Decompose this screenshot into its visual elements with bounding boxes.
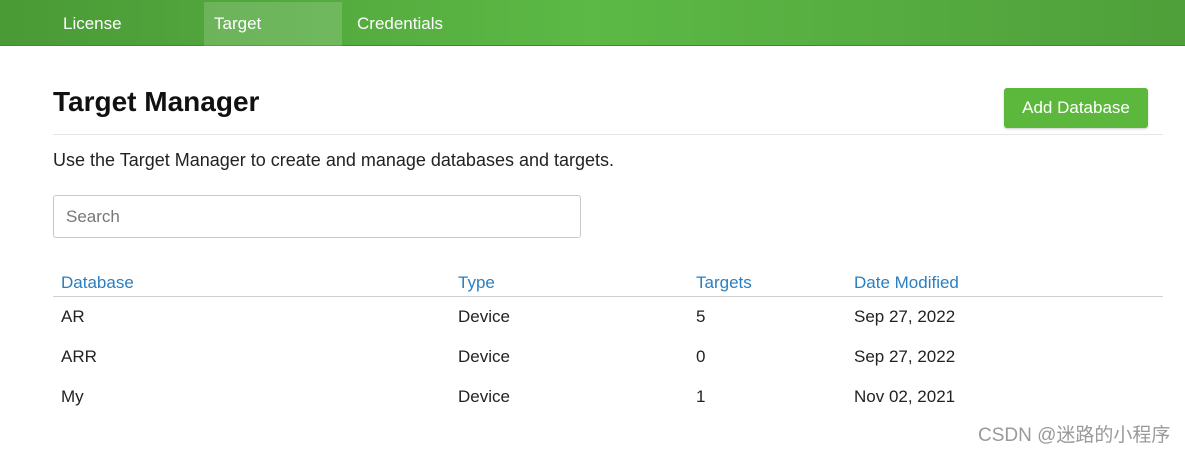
column-header-targets[interactable]: Targets <box>696 273 752 293</box>
cell-date-modified: Nov 02, 2021 <box>854 387 956 406</box>
watermark-text: CSDN @迷路的小程序 <box>978 425 1171 446</box>
cell-type: Device <box>458 307 510 326</box>
tab-target-manager[interactable]: Target Manager <box>204 2 342 77</box>
table-header: Database Type Targets Date Modified <box>53 270 1163 297</box>
title-divider <box>53 134 1163 135</box>
cell-date-modified: Sep 27, 2022 <box>854 347 956 366</box>
column-header-date-modified[interactable]: Date Modified <box>854 273 959 293</box>
add-database-button[interactable]: Add Database <box>1004 88 1148 128</box>
page-title: Target Manager <box>53 86 260 117</box>
cell-type: Device <box>458 347 510 366</box>
column-header-database[interactable]: Database <box>61 273 134 293</box>
databases-table: Database Type Targets Date Modified AR D… <box>53 270 1163 417</box>
table-row[interactable]: ARR Device 0 Sep 27, 2022 <box>53 337 1163 377</box>
cell-targets: 5 <box>696 307 706 326</box>
cell-database: My <box>61 387 84 406</box>
tab-credentials-manager[interactable]: Credentials Manager <box>347 2 523 77</box>
column-header-type[interactable]: Type <box>458 273 495 293</box>
tab-license-manager[interactable]: License Manager <box>53 2 199 77</box>
cell-type: Device <box>458 387 510 406</box>
cell-targets: 0 <box>696 347 706 366</box>
cell-database: ARR <box>61 347 97 366</box>
cell-database: AR <box>61 307 85 326</box>
cell-targets: 1 <box>696 387 706 406</box>
table-row[interactable]: AR Device 5 Sep 27, 2022 <box>53 297 1163 337</box>
top-nav-bar: License Manager Target Manager Credentia… <box>0 0 1185 77</box>
page-description: Use the Target Manager to create and man… <box>53 150 615 170</box>
table-row[interactable]: My Device 1 Nov 02, 2021 <box>53 377 1163 417</box>
search-input[interactable] <box>53 195 581 238</box>
cell-date-modified: Sep 27, 2022 <box>854 307 956 326</box>
